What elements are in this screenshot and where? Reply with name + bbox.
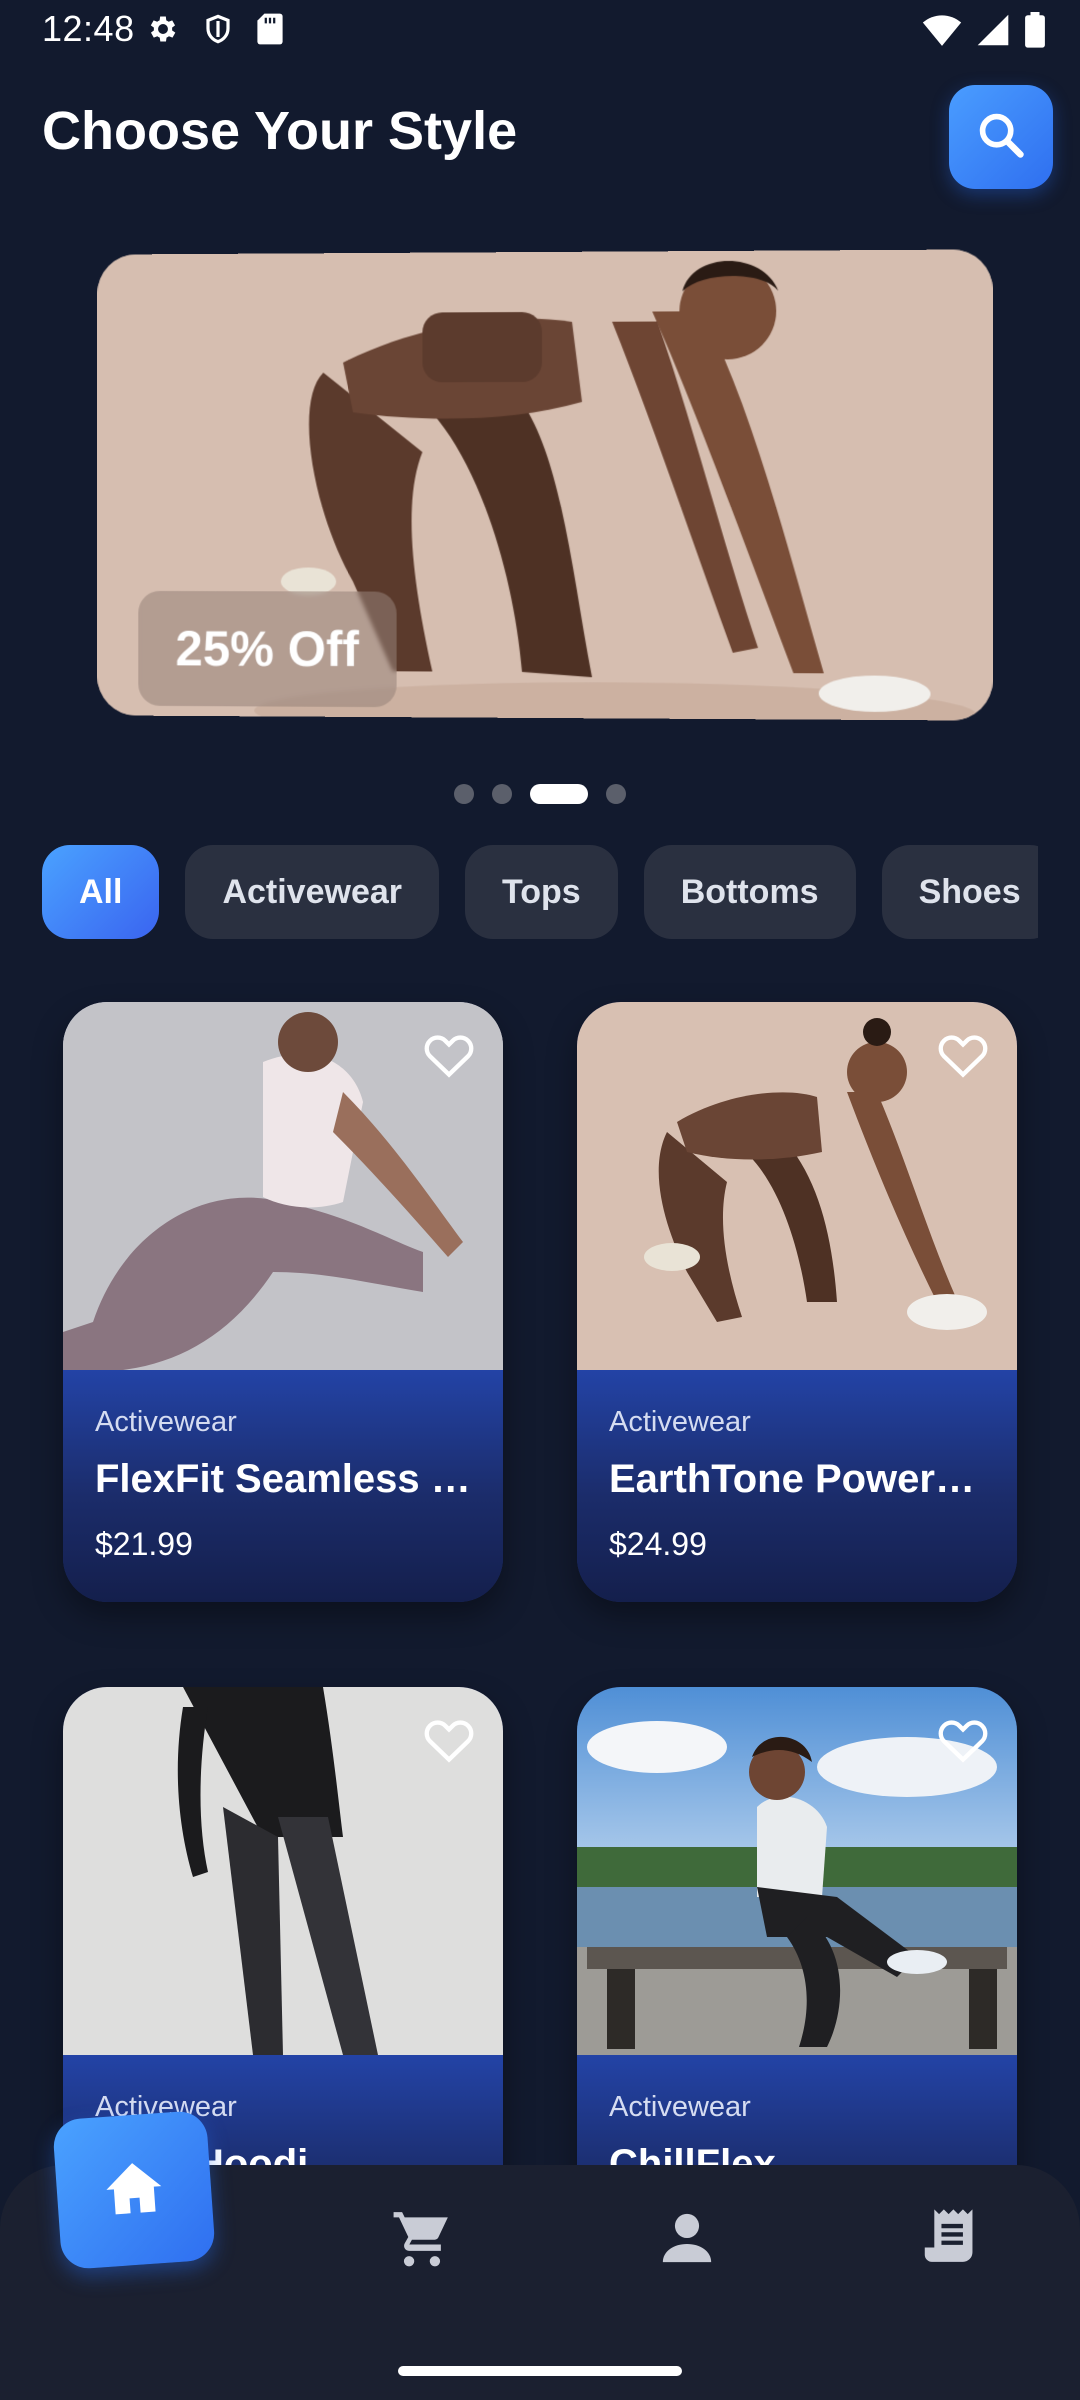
profile-icon xyxy=(658,2209,716,2272)
system-home-indicator[interactable] xyxy=(398,2366,682,2376)
wifi-icon xyxy=(922,13,962,52)
product-name: FlexFit Seamless … xyxy=(95,1457,471,1501)
product-info: Activewear EarthTone Power … $24.99 xyxy=(577,1370,1017,1602)
product-category: Activewear xyxy=(95,1406,237,1438)
product-image xyxy=(63,1687,503,2055)
battery-icon xyxy=(1024,12,1046,53)
cellular-signal-icon xyxy=(976,13,1010,52)
product-name: EarthTone Power … xyxy=(609,1457,985,1501)
category-chip-shoes[interactable]: Shoes xyxy=(881,845,1038,939)
nav-profile-button[interactable] xyxy=(642,2195,732,2285)
product-image xyxy=(63,1002,503,1370)
product-image xyxy=(577,1687,1017,2055)
product-card[interactable]: Activewear FlexFit Seamless … $21.99 xyxy=(63,1002,503,1602)
favorite-heart-icon[interactable] xyxy=(937,1715,989,1763)
discount-badge: 25% Off xyxy=(138,590,397,708)
home-icon xyxy=(102,2157,166,2222)
carousel-dot[interactable] xyxy=(492,784,512,804)
category-chip-tops[interactable]: Tops xyxy=(465,845,618,939)
favorite-heart-icon[interactable] xyxy=(423,1715,475,1763)
app-screen: 12:48 Choose Your Style 25% Off All Acti… xyxy=(0,0,1080,2400)
category-chip-all[interactable]: All xyxy=(42,845,160,939)
product-image xyxy=(577,1002,1017,1370)
status-time: 12:48 xyxy=(42,8,135,49)
nav-cart-button[interactable] xyxy=(377,2195,467,2285)
orders-receipt-icon xyxy=(922,2207,980,2274)
status-bar: 12:48 xyxy=(0,0,1080,62)
favorite-heart-icon[interactable] xyxy=(937,1030,989,1078)
product-category: Activewear xyxy=(609,1406,751,1438)
carousel-dot[interactable] xyxy=(606,784,626,804)
promo-banner[interactable]: 25% Off xyxy=(97,249,993,721)
search-icon xyxy=(975,109,1027,166)
page-title: Choose Your Style xyxy=(42,101,518,161)
product-info: Activewear FlexFit Seamless … $21.99 xyxy=(63,1370,503,1602)
carousel-indicator xyxy=(0,782,1080,806)
product-price: $24.99 xyxy=(609,1526,707,1562)
product-price: $21.99 xyxy=(95,1526,193,1562)
favorite-heart-icon[interactable] xyxy=(423,1030,475,1078)
carousel-dot-active[interactable] xyxy=(530,784,588,804)
shield-icon xyxy=(202,12,234,51)
carousel-dot[interactable] xyxy=(454,784,474,804)
product-category: Activewear xyxy=(609,2091,751,2123)
nav-orders-button[interactable] xyxy=(906,2195,996,2285)
product-card[interactable]: Activewear EarthTone Power … $24.99 xyxy=(577,1002,1017,1602)
search-button[interactable] xyxy=(949,85,1053,189)
category-chip-bottoms[interactable]: Bottoms xyxy=(643,845,856,939)
gear-icon xyxy=(146,12,180,51)
category-chip-activewear[interactable]: Activewear xyxy=(185,845,439,939)
nav-home-button[interactable] xyxy=(51,2109,217,2271)
cart-icon xyxy=(391,2207,453,2274)
sd-card-icon xyxy=(256,12,284,51)
category-filter-bar: All Activewear Tops Bottoms Shoes xyxy=(42,845,1038,939)
